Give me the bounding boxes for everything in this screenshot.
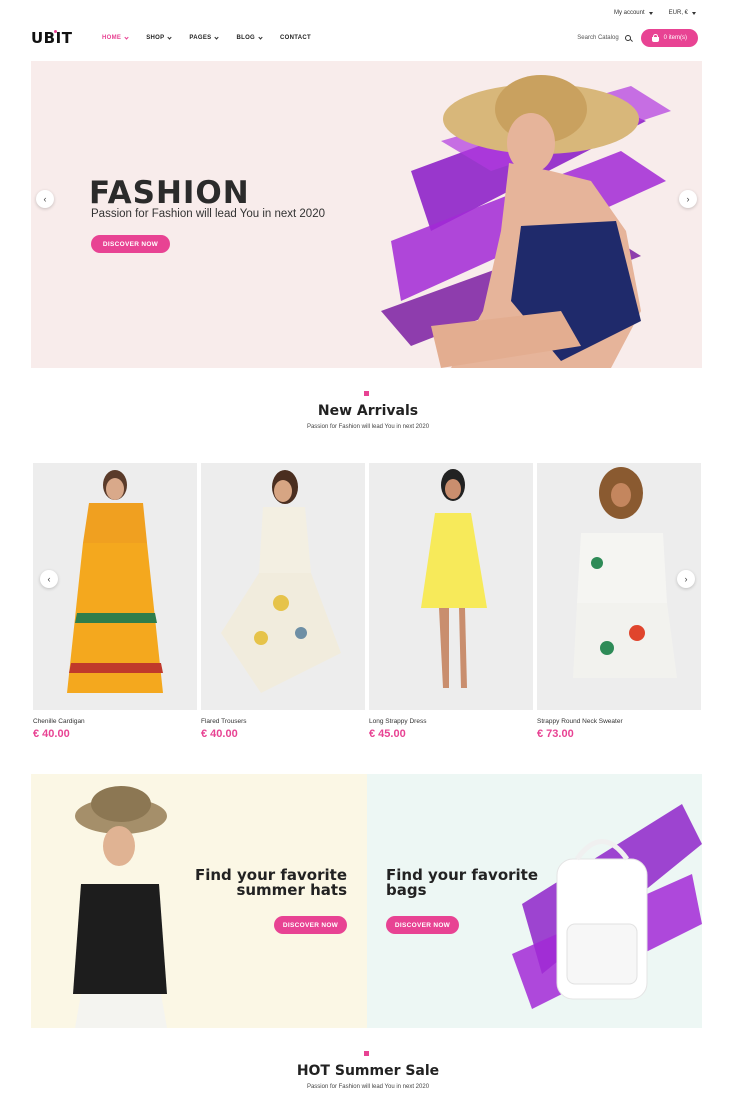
chevron-down-icon (214, 34, 220, 40)
search-box[interactable]: Search Catalog (577, 35, 631, 41)
section-dot (364, 391, 369, 396)
product-photo (221, 470, 341, 693)
logo-dot (54, 30, 57, 33)
banner-title: Find your favorite bags (386, 868, 538, 898)
product-card[interactable]: Flared Trousers € 40.00 (201, 463, 365, 740)
shopping-bag-icon (651, 33, 659, 42)
nav-item-contact[interactable]: CONTACT (280, 35, 311, 41)
discover-now-button[interactable]: DISCOVER NOW (386, 916, 459, 934)
banner-title-line: bags (386, 881, 427, 899)
top-utility-bar: My account EUR, € (614, 10, 696, 16)
chevron-right-icon[interactable]: › (677, 570, 695, 588)
site-header: UBIT HOME SHOP PAGES BLOG CONTACT Search… (31, 26, 698, 50)
banner-title: Find your favorite summer hats (195, 868, 347, 898)
my-account-dropdown[interactable]: My account (614, 10, 653, 16)
nav-item-pages[interactable]: PAGES (189, 34, 220, 41)
chevron-down-icon (167, 34, 173, 40)
chevron-down-icon (258, 34, 263, 40)
product-card[interactable]: Strappy Round Neck Sweater € 73.00 (537, 463, 701, 740)
product-price: € 73.00 (537, 728, 574, 740)
my-account-label: My account (613, 10, 645, 16)
discover-now-button[interactable]: DISCOVER NOW (274, 916, 347, 934)
section-subtitle: Passion for Fashion will lead You in nex… (306, 424, 430, 430)
cart-label: 0 item(s) (663, 35, 687, 41)
main-nav: HOME SHOP PAGES BLOG CONTACT (102, 34, 311, 41)
section-subtitle: Passion for Fashion will lead You in nex… (306, 1084, 430, 1090)
product-carousel: Chenille Cardigan € 40.00 Flared Trouser… (33, 463, 701, 748)
product-price: € 40.00 (33, 728, 70, 740)
discover-now-button[interactable]: DISCOVER NOW (91, 235, 170, 253)
product-price: € 40.00 (201, 728, 238, 740)
nav-label: BLOG (236, 35, 256, 41)
chevron-right-icon[interactable]: › (679, 190, 697, 208)
bag-image (512, 804, 702, 1009)
caret-down-icon (692, 11, 696, 15)
nav-label: PAGES (189, 35, 212, 41)
nav-item-shop[interactable]: SHOP (146, 34, 173, 41)
caret-down-icon (648, 11, 653, 15)
model-image (431, 75, 641, 368)
product-image[interactable] (537, 463, 701, 710)
product-card[interactable]: Chenille Cardigan € 40.00 (33, 463, 197, 740)
bags-banner: Find your favorite bags DISCOVER NOW (367, 774, 702, 1028)
hero-subtitle: Passion for Fashion will lead You in nex… (91, 208, 325, 220)
product-name[interactable]: Flared Trousers (201, 718, 365, 725)
product-image[interactable] (33, 463, 197, 710)
hero-slider: FASHION Passion for Fashion will lead Yo… (31, 61, 702, 368)
chevron-down-icon (124, 34, 129, 40)
banner-title-line: summer hats (236, 881, 347, 899)
chevron-left-icon[interactable]: ‹ (40, 570, 58, 588)
currency-label: EUR, € (668, 10, 688, 16)
chevron-left-icon[interactable]: ‹ (36, 190, 54, 208)
nav-label: SHOP (146, 35, 165, 41)
section-title: HOT Summer Sale (296, 1063, 440, 1079)
summer-hats-banner: Find your favorite summer hats DISCOVER … (31, 774, 367, 1028)
cart-button[interactable]: 0 item(s) (640, 29, 698, 47)
product-name[interactable]: Chenille Cardigan (33, 718, 197, 725)
nav-label: CONTACT (280, 35, 312, 41)
hero-title: FASHION (89, 175, 250, 211)
logo-text: UBIT (31, 29, 73, 47)
section-dot (364, 1051, 369, 1056)
product-name[interactable]: Strappy Round Neck Sweater (537, 718, 701, 725)
search-icon[interactable] (624, 35, 631, 41)
nav-label: HOME (102, 35, 122, 41)
search-input[interactable]: Search Catalog (577, 35, 618, 41)
section-title: New Arrivals (317, 403, 419, 419)
product-price: € 45.00 (369, 728, 406, 740)
currency-dropdown[interactable]: EUR, € (669, 10, 696, 16)
nav-item-home[interactable]: HOME (102, 34, 129, 41)
logo[interactable]: UBIT (31, 29, 102, 47)
header-actions: Search Catalog 0 item(s) (577, 29, 698, 47)
product-image[interactable] (201, 463, 365, 710)
product-image[interactable] (369, 463, 533, 710)
model-hat-image (73, 786, 167, 1028)
nav-item-blog[interactable]: BLOG (236, 34, 263, 41)
product-photo (421, 469, 487, 688)
product-photo (573, 467, 677, 678)
product-card[interactable]: Long Strappy Dress € 45.00 (369, 463, 533, 740)
product-photo (67, 470, 163, 693)
product-name[interactable]: Long Strappy Dress (369, 718, 533, 725)
